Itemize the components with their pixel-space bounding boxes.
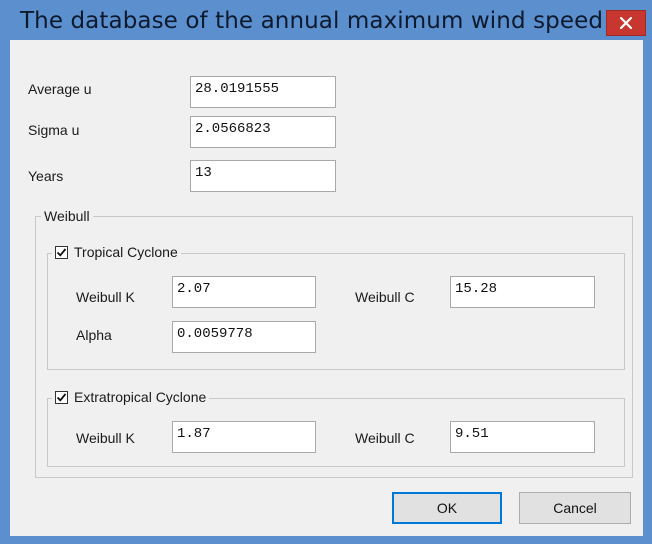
years-input[interactable]: 13: [190, 160, 336, 192]
checkmark-icon: [56, 392, 67, 402]
weibull-legend: Weibull: [41, 208, 93, 224]
extratropical-cyclone-legend: Extratropical Cyclone: [52, 389, 210, 405]
extratropical-weibull-k-label: Weibull K: [76, 430, 135, 446]
close-button[interactable]: [606, 10, 646, 36]
tropical-weibull-k-label: Weibull K: [76, 289, 135, 305]
extratropical-weibull-c-input[interactable]: 9.51: [450, 421, 595, 453]
window-title: The database of the annual maximum wind …: [20, 8, 642, 34]
tropical-weibull-c-input[interactable]: 15.28: [450, 276, 595, 308]
tropical-cyclone-label: Tropical Cyclone: [74, 244, 178, 260]
dialog-window: The database of the annual maximum wind …: [0, 0, 652, 544]
tropical-alpha-input[interactable]: 0.0059778: [172, 321, 316, 353]
extratropical-cyclone-checkbox[interactable]: [55, 390, 68, 404]
extratropical-weibull-k-input[interactable]: 1.87: [172, 421, 316, 453]
dialog-body: Average u 28.0191555 Sigma u 2.0566823 Y…: [10, 40, 643, 536]
cancel-button[interactable]: Cancel: [519, 492, 631, 524]
average-u-label: Average u: [28, 81, 92, 97]
extratropical-cyclone-label: Extratropical Cyclone: [74, 389, 207, 405]
tropical-cyclone-legend: Tropical Cyclone: [52, 244, 181, 260]
close-icon: [619, 16, 633, 30]
checkmark-icon: [56, 247, 67, 257]
tropical-cyclone-checkbox[interactable]: [55, 245, 68, 259]
sigma-u-input[interactable]: 2.0566823: [190, 116, 336, 148]
tropical-alpha-label: Alpha: [76, 327, 112, 343]
title-bar[interactable]: The database of the annual maximum wind …: [0, 0, 652, 40]
extratropical-weibull-c-label: Weibull C: [355, 430, 415, 446]
years-label: Years: [28, 168, 64, 184]
tropical-cyclone-group: [47, 253, 625, 370]
sigma-u-label: Sigma u: [28, 122, 80, 138]
tropical-weibull-k-input[interactable]: 2.07: [172, 276, 316, 308]
ok-button[interactable]: OK: [392, 492, 502, 524]
tropical-weibull-c-label: Weibull C: [355, 289, 415, 305]
average-u-input[interactable]: 28.0191555: [190, 76, 336, 108]
